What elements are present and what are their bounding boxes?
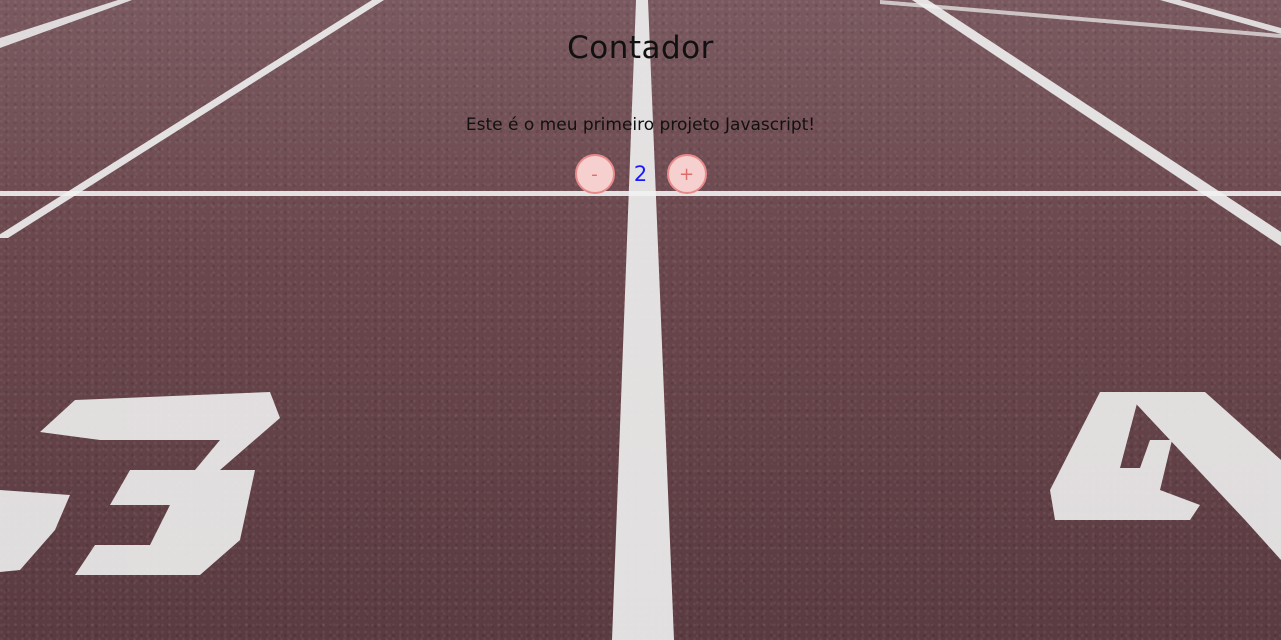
increment-button[interactable]: + <box>666 154 707 194</box>
page-title: Contador <box>567 30 714 66</box>
decrement-button[interactable]: - <box>574 154 615 194</box>
counter-controls: - 2 + <box>0 154 1281 194</box>
app-container: Contador Este é o meu primeiro projeto J… <box>0 0 1281 640</box>
page-subtitle: Este é o meu primeiro projeto Javascript… <box>465 115 816 135</box>
counter-value: 2 <box>633 162 648 186</box>
